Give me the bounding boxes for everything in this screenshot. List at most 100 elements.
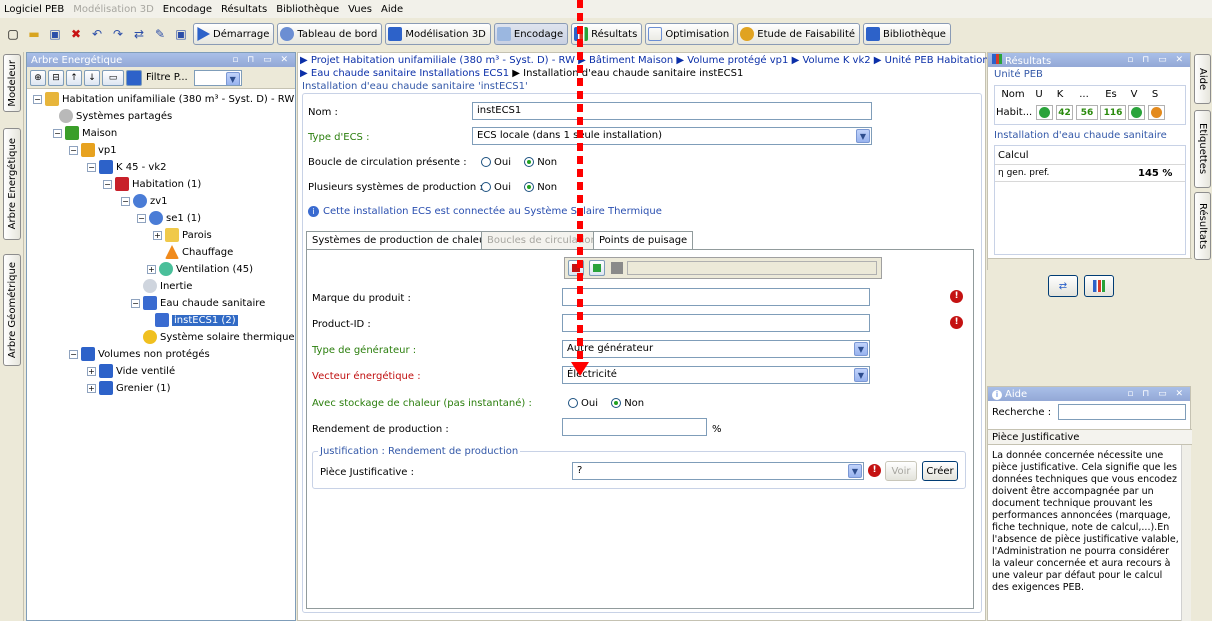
panel-controls-icon[interactable]: ▫ ⊓ ▭ ✕ — [1127, 389, 1190, 399]
panel-controls-icon[interactable]: ▫ ⊓ ▭ ✕ — [1127, 55, 1190, 65]
tree-item[interactable]: − Volumes non protégés — [69, 346, 210, 362]
refresh-icon[interactable]: ⇄ — [130, 25, 148, 43]
tree-item[interactable]: − Habitation (1) — [103, 176, 201, 192]
tree-item[interactable]: + Vide ventilé — [87, 363, 175, 379]
radio-label: Oui — [494, 182, 511, 193]
recherche-input[interactable] — [1058, 404, 1186, 420]
calcul-header: Calcul — [998, 150, 1029, 161]
type-generateur-select[interactable]: Autre générateur ▼ — [562, 340, 870, 358]
tab-resultats[interactable]: Résultats — [1194, 192, 1211, 260]
open-folder-icon[interactable]: ▬ — [25, 25, 43, 43]
boucle-oui-radio[interactable]: Oui — [481, 157, 511, 168]
undo-icon[interactable]: ↶ — [88, 25, 106, 43]
view-icon[interactable]: ▭ — [102, 69, 124, 86]
filter-select[interactable]: ▼ — [193, 69, 242, 86]
error-icon: ! — [950, 290, 963, 303]
rendement-input[interactable] — [562, 418, 707, 436]
bibliotheque-button[interactable]: Bibliothèque — [863, 23, 951, 45]
stockage-non-radio[interactable]: Non — [611, 398, 644, 409]
tab-modeleur[interactable]: Modeleur — [3, 54, 21, 112]
results-scrollbar[interactable] — [988, 258, 1192, 270]
breadcrumb-link[interactable]: ▶ Eau chaude sanitaire Installations ECS… — [300, 68, 509, 79]
menu-resultats[interactable]: Résultats — [221, 4, 267, 15]
tree-item[interactable]: − K 45 - vk2 — [87, 159, 167, 175]
tree-item[interactable]: + Ventilation (45) — [147, 261, 253, 277]
plusieurs-non-radio[interactable]: Non — [524, 182, 557, 193]
generator-selector[interactable] — [627, 261, 877, 275]
collapse-icon[interactable]: − — [131, 298, 140, 308]
results-row-name[interactable]: Habit... — [996, 107, 1032, 118]
boucle-non-radio[interactable]: Non — [524, 157, 557, 168]
tree-item[interactable]: Chauffage — [165, 244, 233, 260]
move-down-icon[interactable]: ↓ — [84, 69, 100, 86]
tree-item[interactable]: − vp1 — [69, 142, 117, 158]
collapse-icon[interactable]: − — [33, 94, 42, 104]
copy-generator-icon[interactable] — [589, 260, 605, 276]
menu-aide[interactable]: Aide — [381, 4, 403, 15]
menu-vues[interactable]: Vues — [348, 4, 372, 15]
collapse-icon[interactable]: − — [121, 196, 130, 206]
collapse-icon[interactable]: − — [53, 128, 62, 138]
tree-item[interactable]: − Maison — [53, 125, 117, 141]
menu-encodage[interactable]: Encodage — [163, 4, 212, 15]
breadcrumb[interactable]: ▶ Projet Habitation unifamiliale (380 m³… — [300, 55, 989, 66]
expand-icon[interactable]: + — [147, 264, 156, 274]
tree-item[interactable]: Inertie — [143, 278, 192, 294]
tree-item-selected[interactable]: instECS1 (2) — [155, 312, 238, 328]
save-icon[interactable]: ▣ — [46, 25, 64, 43]
optimisation-button[interactable]: Optimisation — [645, 23, 735, 45]
expand-icon[interactable]: + — [153, 230, 162, 240]
faisabilite-button[interactable]: Etude de Faisabilité — [737, 23, 861, 45]
tree-item[interactable]: − Habitation unifamiliale (380 m³ - Syst.… — [33, 91, 301, 107]
menu-app[interactable]: Logiciel PEB — [4, 4, 64, 15]
menu-bibliotheque[interactable]: Bibliothèque — [276, 4, 339, 15]
collapse-icon[interactable]: − — [69, 349, 78, 359]
collapse-icon[interactable]: − — [69, 145, 78, 155]
encodage-button[interactable]: Encodage — [493, 23, 569, 45]
tableau-button[interactable]: Tableau de bord — [277, 23, 383, 45]
panel-controls-icon[interactable]: ▫ ⊓ ▭ ✕ — [232, 55, 295, 65]
tree-item[interactable]: + Grenier (1) — [87, 380, 171, 396]
marque-input[interactable] — [562, 288, 870, 306]
wand-icon[interactable]: ✎ — [151, 25, 169, 43]
product-id-input[interactable] — [562, 314, 870, 332]
plusieurs-oui-radio[interactable]: Oui — [481, 182, 511, 193]
collapse-icon[interactable]: − — [137, 213, 146, 223]
filter-icon[interactable] — [126, 69, 142, 86]
redo-icon[interactable]: ↷ — [109, 25, 127, 43]
nom-input[interactable]: instECS1 — [472, 102, 872, 120]
tree-item[interactable]: Systèmes partagés — [59, 108, 172, 124]
expand-icon[interactable]: + — [87, 383, 96, 393]
move-up-icon[interactable]: ↑ — [66, 69, 82, 86]
piece-select[interactable]: ? ▼ — [572, 462, 864, 480]
delete-icon[interactable]: ✖ — [67, 25, 85, 43]
collapse-icon[interactable]: − — [103, 179, 112, 189]
window-icon[interactable]: ▣ — [172, 25, 190, 43]
tab-production[interactable]: Systèmes de production de chaleur — [306, 231, 496, 249]
stockage-oui-radio[interactable]: Oui — [568, 398, 598, 409]
tab-arbre-energetique[interactable]: Arbre Energétique — [3, 128, 21, 240]
expand-icon[interactable]: + — [87, 366, 96, 376]
demarrage-button[interactable]: Démarrage — [193, 23, 275, 45]
type-ecs-select[interactable]: ECS locale (dans 1 seule installation) ▼ — [472, 127, 872, 145]
tree-item[interactable]: − se1 (1) — [137, 210, 201, 226]
tab-arbre-geometrique[interactable]: Arbre Géométrique — [3, 254, 21, 366]
modelisation-button[interactable]: Modélisation 3D — [385, 23, 491, 45]
tree-item[interactable]: + Parois — [153, 227, 212, 243]
collapse-all-icon[interactable]: ⊟ — [48, 69, 64, 86]
tab-aide[interactable]: Aide — [1194, 54, 1211, 104]
refresh-results-button[interactable]: ⇄ — [1048, 275, 1078, 297]
vecteur-select[interactable]: Électricité ▼ — [562, 366, 870, 384]
expand-all-icon[interactable]: ⊕ — [30, 69, 46, 86]
help-scrollbar[interactable] — [1181, 445, 1191, 621]
tab-etiquettes[interactable]: Etiquettes — [1194, 110, 1211, 188]
breadcrumb-line2[interactable]: ▶ Eau chaude sanitaire Installations ECS… — [300, 68, 743, 79]
tab-puisage[interactable]: Points de puisage — [593, 231, 694, 249]
tree-item[interactable]: Système solaire thermique — [143, 329, 295, 345]
creer-button[interactable]: Créer — [922, 461, 958, 481]
collapse-icon[interactable]: − — [87, 162, 96, 172]
new-file-icon[interactable]: ▢ — [4, 25, 22, 43]
tree-item[interactable]: − zv1 — [121, 193, 168, 209]
chart-results-button[interactable] — [1084, 275, 1114, 297]
tree-item[interactable]: − Eau chaude sanitaire — [131, 295, 265, 311]
